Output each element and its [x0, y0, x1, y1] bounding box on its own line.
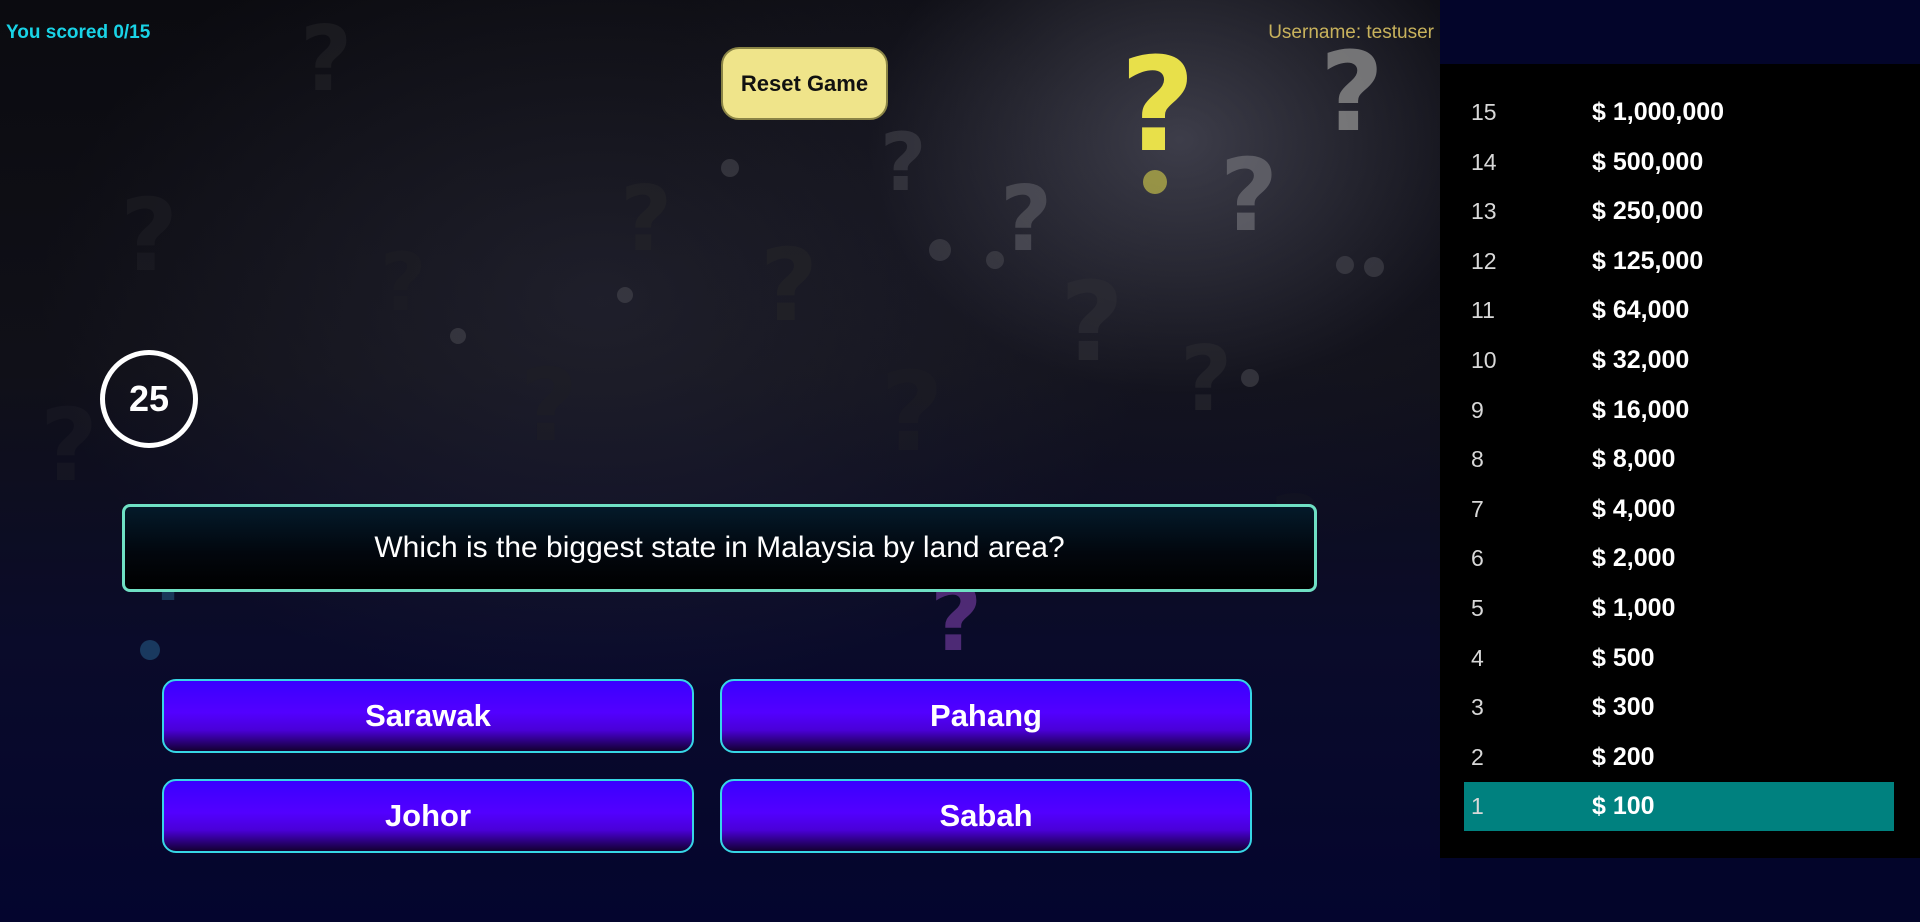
ladder-rung: 9 $ 16,000 — [1464, 386, 1894, 435]
score-text: You scored 0/15 — [6, 22, 151, 43]
question-mark-icon: ? — [1180, 327, 1232, 432]
answer-button-d[interactable]: Sabah — [720, 779, 1252, 853]
question-mark-icon: ? — [120, 177, 178, 294]
rung-amount: $ 4,000 — [1592, 494, 1676, 523]
question-mark-icon: ? — [880, 348, 944, 476]
rung-number: 11 — [1471, 297, 1495, 324]
ladder-rung: 13 $ 250,000 — [1464, 187, 1894, 236]
rung-amount: $ 16,000 — [1592, 395, 1690, 424]
ladder-rung: 5 $ 1,000 — [1464, 584, 1894, 633]
rung-amount: $ 1,000 — [1592, 594, 1676, 622]
rung-number: 6 — [1471, 545, 1484, 572]
question-text: Which is the biggest state in Malaysia b… — [374, 531, 1065, 564]
ladder-rung: 12 $ 125,000 — [1464, 237, 1894, 286]
question-mark-icon: ? — [40, 387, 98, 504]
rung-number: 3 — [1471, 694, 1484, 721]
question-mark-icon: ? — [880, 116, 926, 209]
prize-ladder-panel: 15 $ 1,000,000 14 $ 500,000 13 $ 250,000… — [1440, 0, 1920, 922]
ladder-rung: 14 $ 500,000 — [1464, 138, 1894, 187]
rung-amount: $ 1,000,000 — [1592, 98, 1725, 126]
rung-number: 14 — [1471, 148, 1497, 175]
ladder-rung: 15 $ 1,000,000 — [1464, 88, 1894, 137]
ladder-rung: 7 $ 4,000 — [1464, 485, 1894, 534]
question-mark-icon: ? — [520, 347, 578, 464]
rung-number: 12 — [1471, 247, 1497, 274]
rung-number: 9 — [1471, 396, 1484, 423]
rung-amount: $ 100 — [1592, 792, 1655, 821]
ladder-rung: 10 $ 32,000 — [1464, 336, 1894, 385]
yellow-question-mark-icon: ? — [1120, 29, 1195, 181]
rung-amount: $ 32,000 — [1592, 346, 1690, 374]
rung-amount: $ 250,000 — [1592, 197, 1704, 226]
ladder-rung: 2 $ 200 — [1464, 733, 1894, 782]
rung-number: 15 — [1471, 99, 1497, 125]
reset-game-button[interactable]: Reset Game — [721, 47, 888, 120]
answer-button-b[interactable]: Pahang — [720, 679, 1252, 753]
rung-number: 1 — [1471, 793, 1484, 820]
ladder-rung: 3 $ 300 — [1464, 683, 1894, 732]
countdown-timer: 25 — [100, 350, 198, 448]
question-mark-icon: ? — [380, 236, 426, 329]
ladder-rung: 4 $ 500 — [1464, 634, 1894, 683]
ladder-rung: 11 $ 64,000 — [1464, 286, 1894, 335]
rung-number: 13 — [1471, 198, 1497, 225]
rung-amount: $ 500,000 — [1592, 147, 1704, 176]
ladder-rung-current: 1 $ 100 — [1464, 782, 1894, 832]
rung-amount: $ 2,000 — [1592, 544, 1676, 573]
question-box: Which is the biggest state in Malaysia b… — [122, 504, 1317, 592]
prize-ladder: 15 $ 1,000,000 14 $ 500,000 13 $ 250,000… — [1440, 64, 1920, 858]
rung-amount: $ 64,000 — [1592, 296, 1690, 325]
ladder-rung: 6 $ 2,000 — [1464, 534, 1894, 583]
question-mark-icon: ? — [620, 167, 672, 272]
question-mark-icon: ? — [300, 7, 352, 112]
answer-button-a[interactable]: Sarawak — [162, 679, 694, 753]
answer-label: Sabah — [939, 798, 1033, 833]
answer-label: Johor — [384, 798, 472, 833]
rung-amount: $ 8,000 — [1592, 445, 1676, 474]
question-mark-icon: ? — [1000, 167, 1052, 272]
rung-number: 4 — [1471, 644, 1484, 671]
rung-number: 10 — [1471, 347, 1497, 373]
rung-number: 2 — [1471, 743, 1484, 770]
question-mark-icon: ? — [1060, 258, 1124, 386]
rung-amount: $ 300 — [1592, 693, 1655, 722]
rung-amount: $ 500 — [1592, 643, 1655, 672]
question-mark-icon: ? — [1320, 28, 1384, 156]
answer-button-c[interactable]: Johor — [162, 779, 694, 853]
rung-number: 5 — [1471, 595, 1484, 621]
rung-number: 8 — [1471, 446, 1484, 473]
rung-number: 7 — [1471, 495, 1484, 522]
question-mark-icon: ? — [1220, 137, 1278, 254]
game-area: ? ? ? ? ? ? ? ? ? ? ? ? ? ? ? ? ? ? — [0, 0, 1440, 922]
question-mark-icon: ? — [760, 227, 818, 344]
answer-label: Pahang — [930, 698, 1042, 733]
rung-amount: $ 125,000 — [1592, 246, 1704, 275]
ladder-rung: 8 $ 8,000 — [1464, 435, 1894, 484]
username-text: Username: testuser — [1268, 22, 1434, 43]
answer-label: Sarawak — [365, 698, 491, 733]
rung-amount: $ 200 — [1592, 742, 1655, 771]
